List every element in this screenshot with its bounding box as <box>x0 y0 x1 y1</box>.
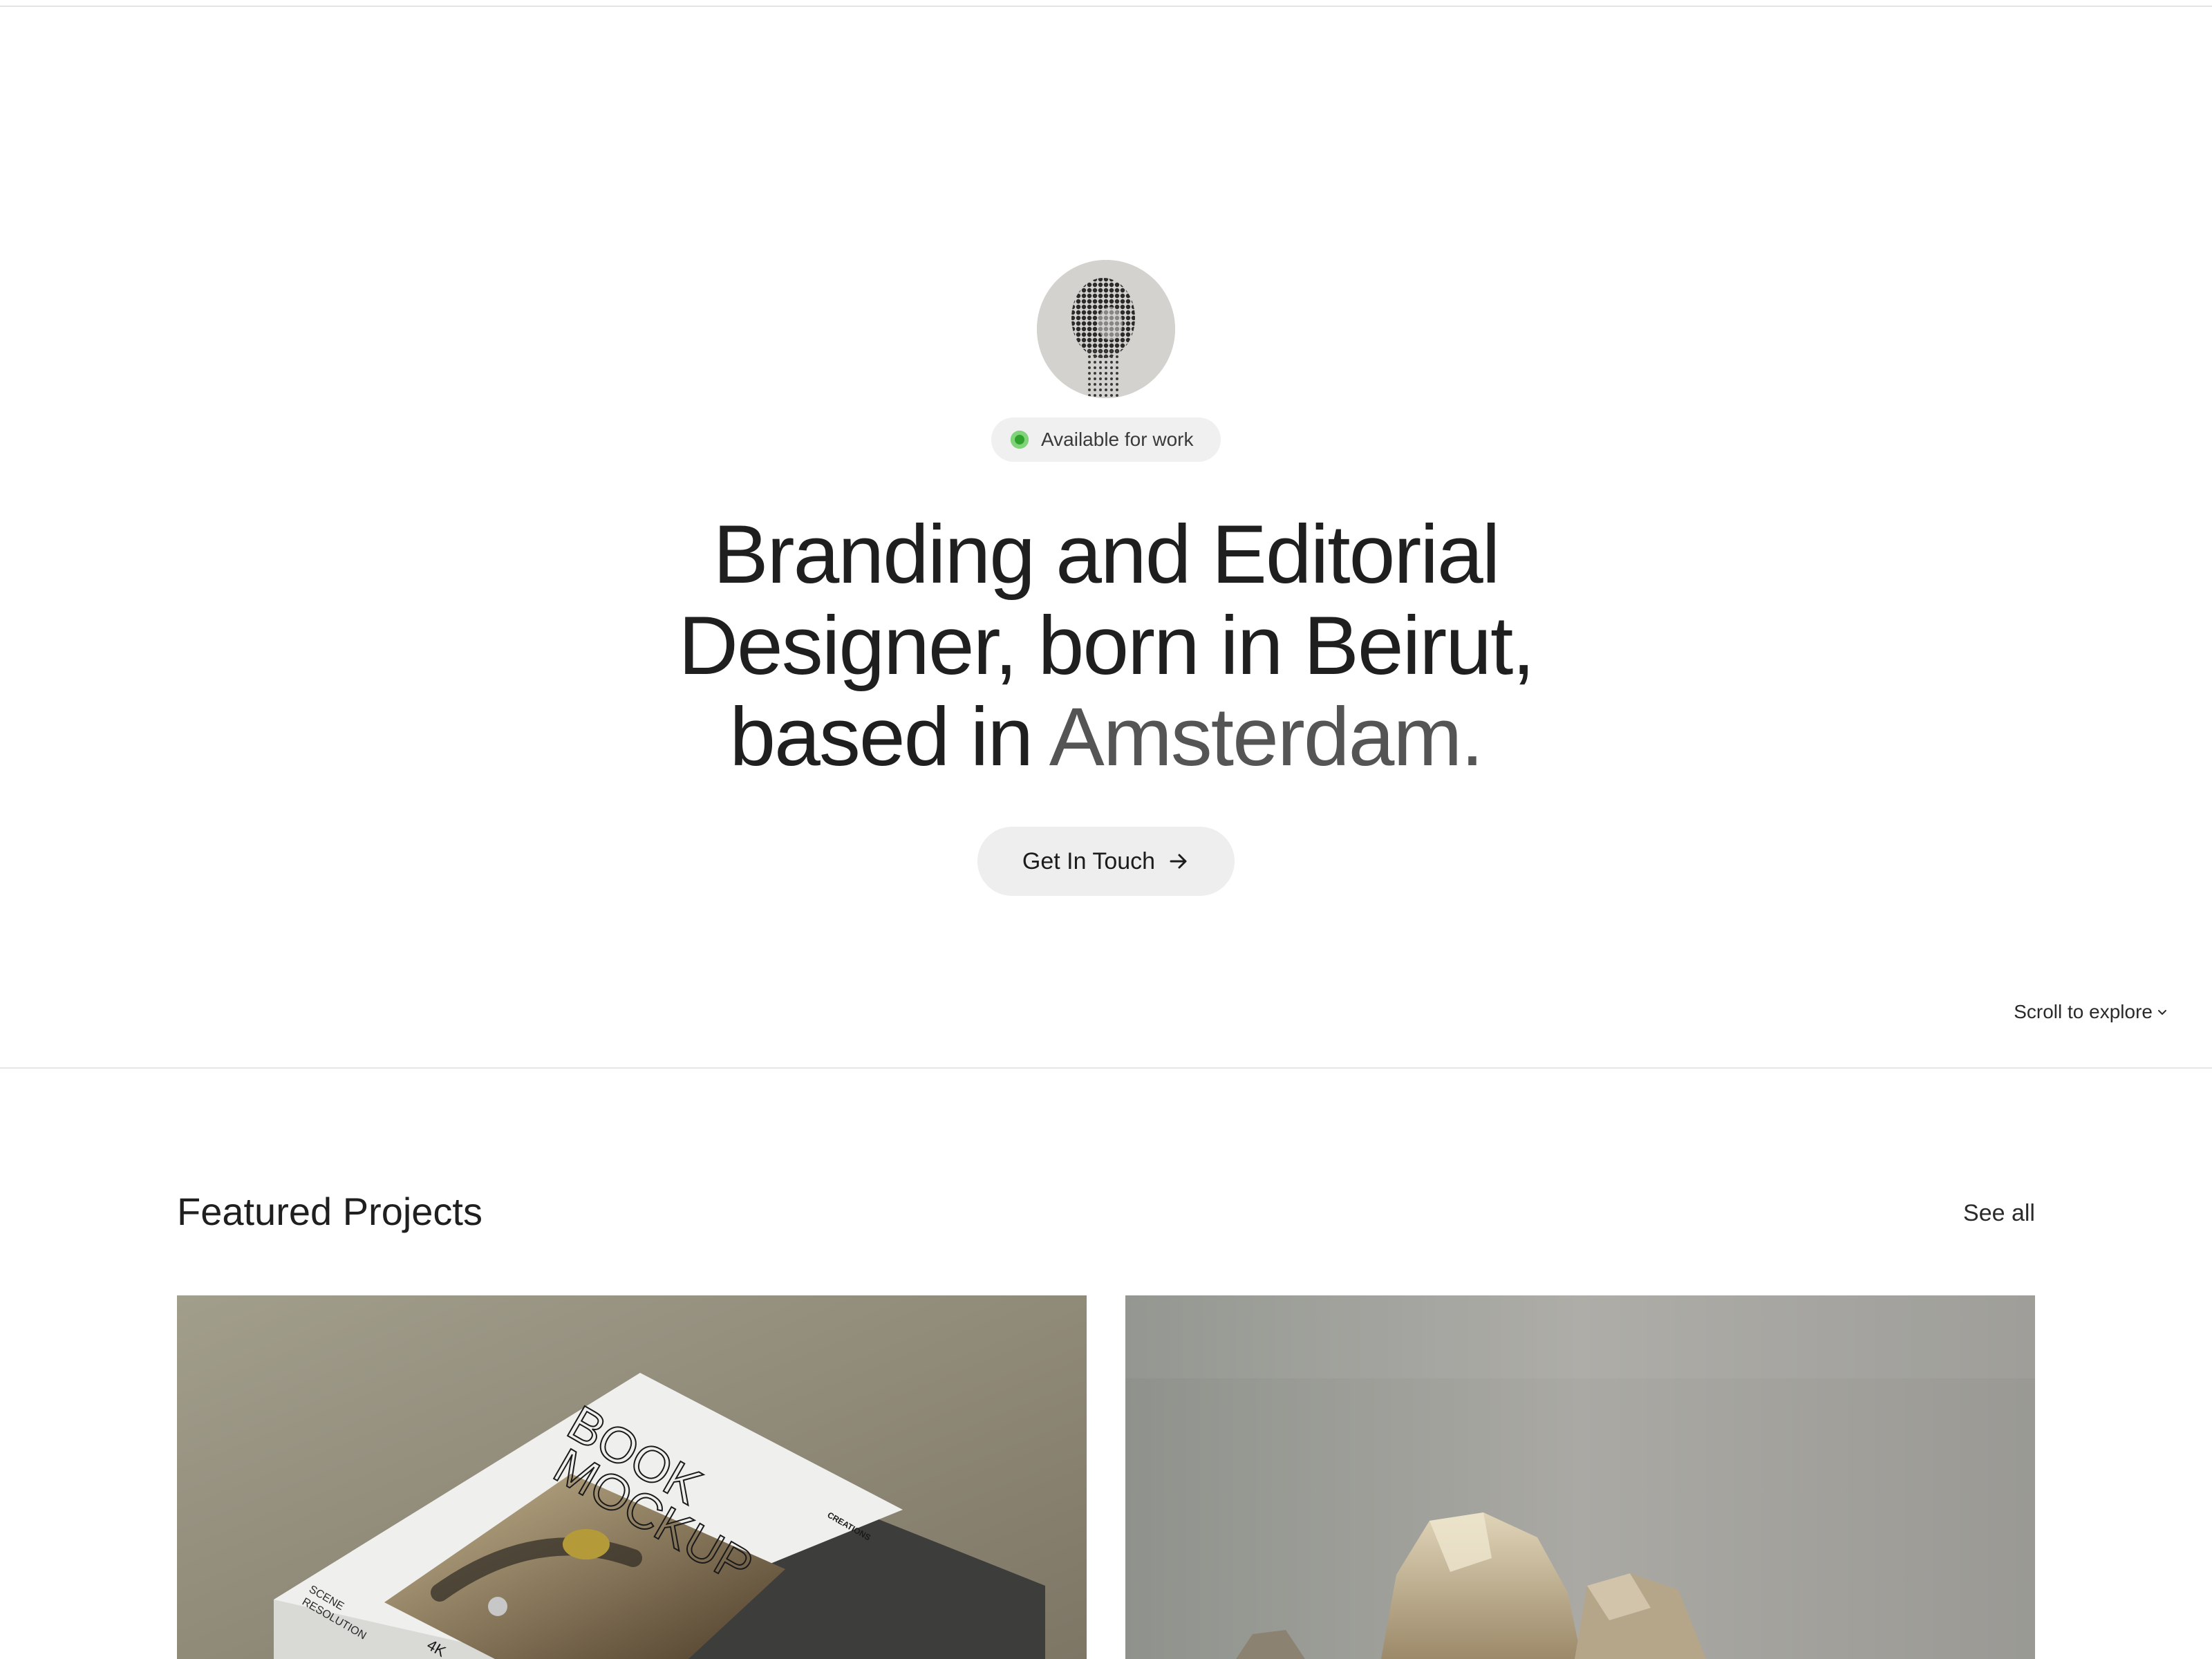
project-card-stone-sculpture[interactable] <box>1125 1295 2035 1659</box>
see-all-link[interactable]: See all <box>1963 1200 2035 1227</box>
stone-sculpture-image <box>1125 1295 2035 1659</box>
featured-projects-title: Featured Projects <box>177 1190 482 1233</box>
availability-label: Available for work <box>1041 429 1194 450</box>
get-in-touch-button[interactable]: Get In Touch <box>977 827 1235 896</box>
section-divider <box>0 1067 2212 1069</box>
chevron-down-icon <box>2157 1006 2168 1018</box>
cta-label: Get In Touch <box>1022 847 1156 874</box>
hero-section: Available for work Branding and Editoria… <box>0 0 2212 1067</box>
project-card-book-mockup[interactable]: BOOK MOCKUP CREATIONS SCENE RESOLUTION 4… <box>177 1295 1087 1659</box>
halftone-portrait-image <box>1037 260 1175 398</box>
headline-highlight: Amsterdam. <box>1049 691 1484 783</box>
scroll-to-explore[interactable]: Scroll to explore <box>2014 1001 2168 1023</box>
availability-badge: Available for work <box>991 418 1221 462</box>
hero-headline: Branding and Editorial Designer, born in… <box>622 509 1590 782</box>
status-dot-icon <box>1011 431 1029 449</box>
arrow-right-icon <box>1168 850 1190 872</box>
book-mockup-image: BOOK MOCKUP CREATIONS SCENE RESOLUTION 4… <box>177 1295 1087 1659</box>
avatar <box>1037 260 1175 398</box>
scroll-hint-label: Scroll to explore <box>2014 1001 2153 1022</box>
